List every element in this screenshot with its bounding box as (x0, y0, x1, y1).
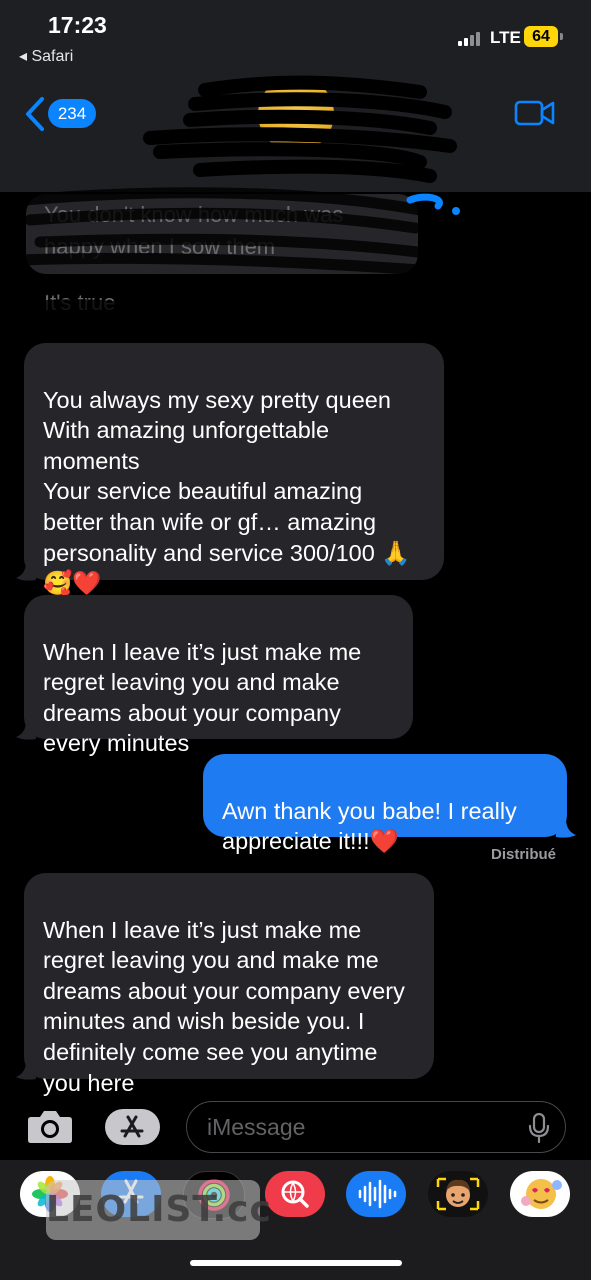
delivery-status: Distribué (491, 846, 557, 863)
message-text: When I leave it’s just make me regret le… (43, 916, 405, 1096)
conversation-header: 17:23 ◂ Safari LTE 64 234 (0, 0, 591, 192)
redacted-messages: You don't know how much was happy when I… (0, 180, 470, 330)
outgoing-message-bubble[interactable]: Awn thank you babe! I really appreciate … (203, 754, 567, 854)
home-indicator[interactable] (190, 1260, 402, 1266)
camera-icon[interactable] (27, 1108, 73, 1144)
incoming-message-bubble[interactable]: When I leave it’s just make me regret le… (24, 595, 413, 756)
app-store-icon (120, 1115, 144, 1138)
app-store-toggle-button[interactable] (105, 1109, 160, 1145)
watermark: LEOLIST.cc (46, 1180, 271, 1240)
bubble-tail (556, 819, 576, 838)
bubble-tail (16, 562, 36, 581)
microphone-icon[interactable] (528, 1113, 550, 1143)
imessage-input[interactable] (186, 1101, 566, 1153)
bubble-tail (16, 721, 36, 740)
message-text: You always my sexy pretty queen With ama… (43, 386, 411, 597)
message-text: When I leave it’s just make me regret le… (43, 638, 362, 757)
bubble-tail (16, 1061, 36, 1080)
incoming-message-bubble[interactable]: You always my sexy pretty queen With ama… (24, 343, 444, 596)
memoji-app-icon[interactable] (428, 1171, 488, 1217)
web-images-app-icon[interactable] (265, 1171, 325, 1217)
incoming-message-bubble[interactable]: When I leave it’s just make me regret le… (24, 873, 434, 1096)
message-text: Awn thank you babe! I really appreciate … (222, 797, 517, 855)
redaction-scribble (14, 187, 460, 320)
redaction-scribble (143, 75, 457, 183)
animoji-app-icon[interactable] (510, 1171, 570, 1217)
audio-message-app-icon[interactable] (346, 1171, 406, 1217)
